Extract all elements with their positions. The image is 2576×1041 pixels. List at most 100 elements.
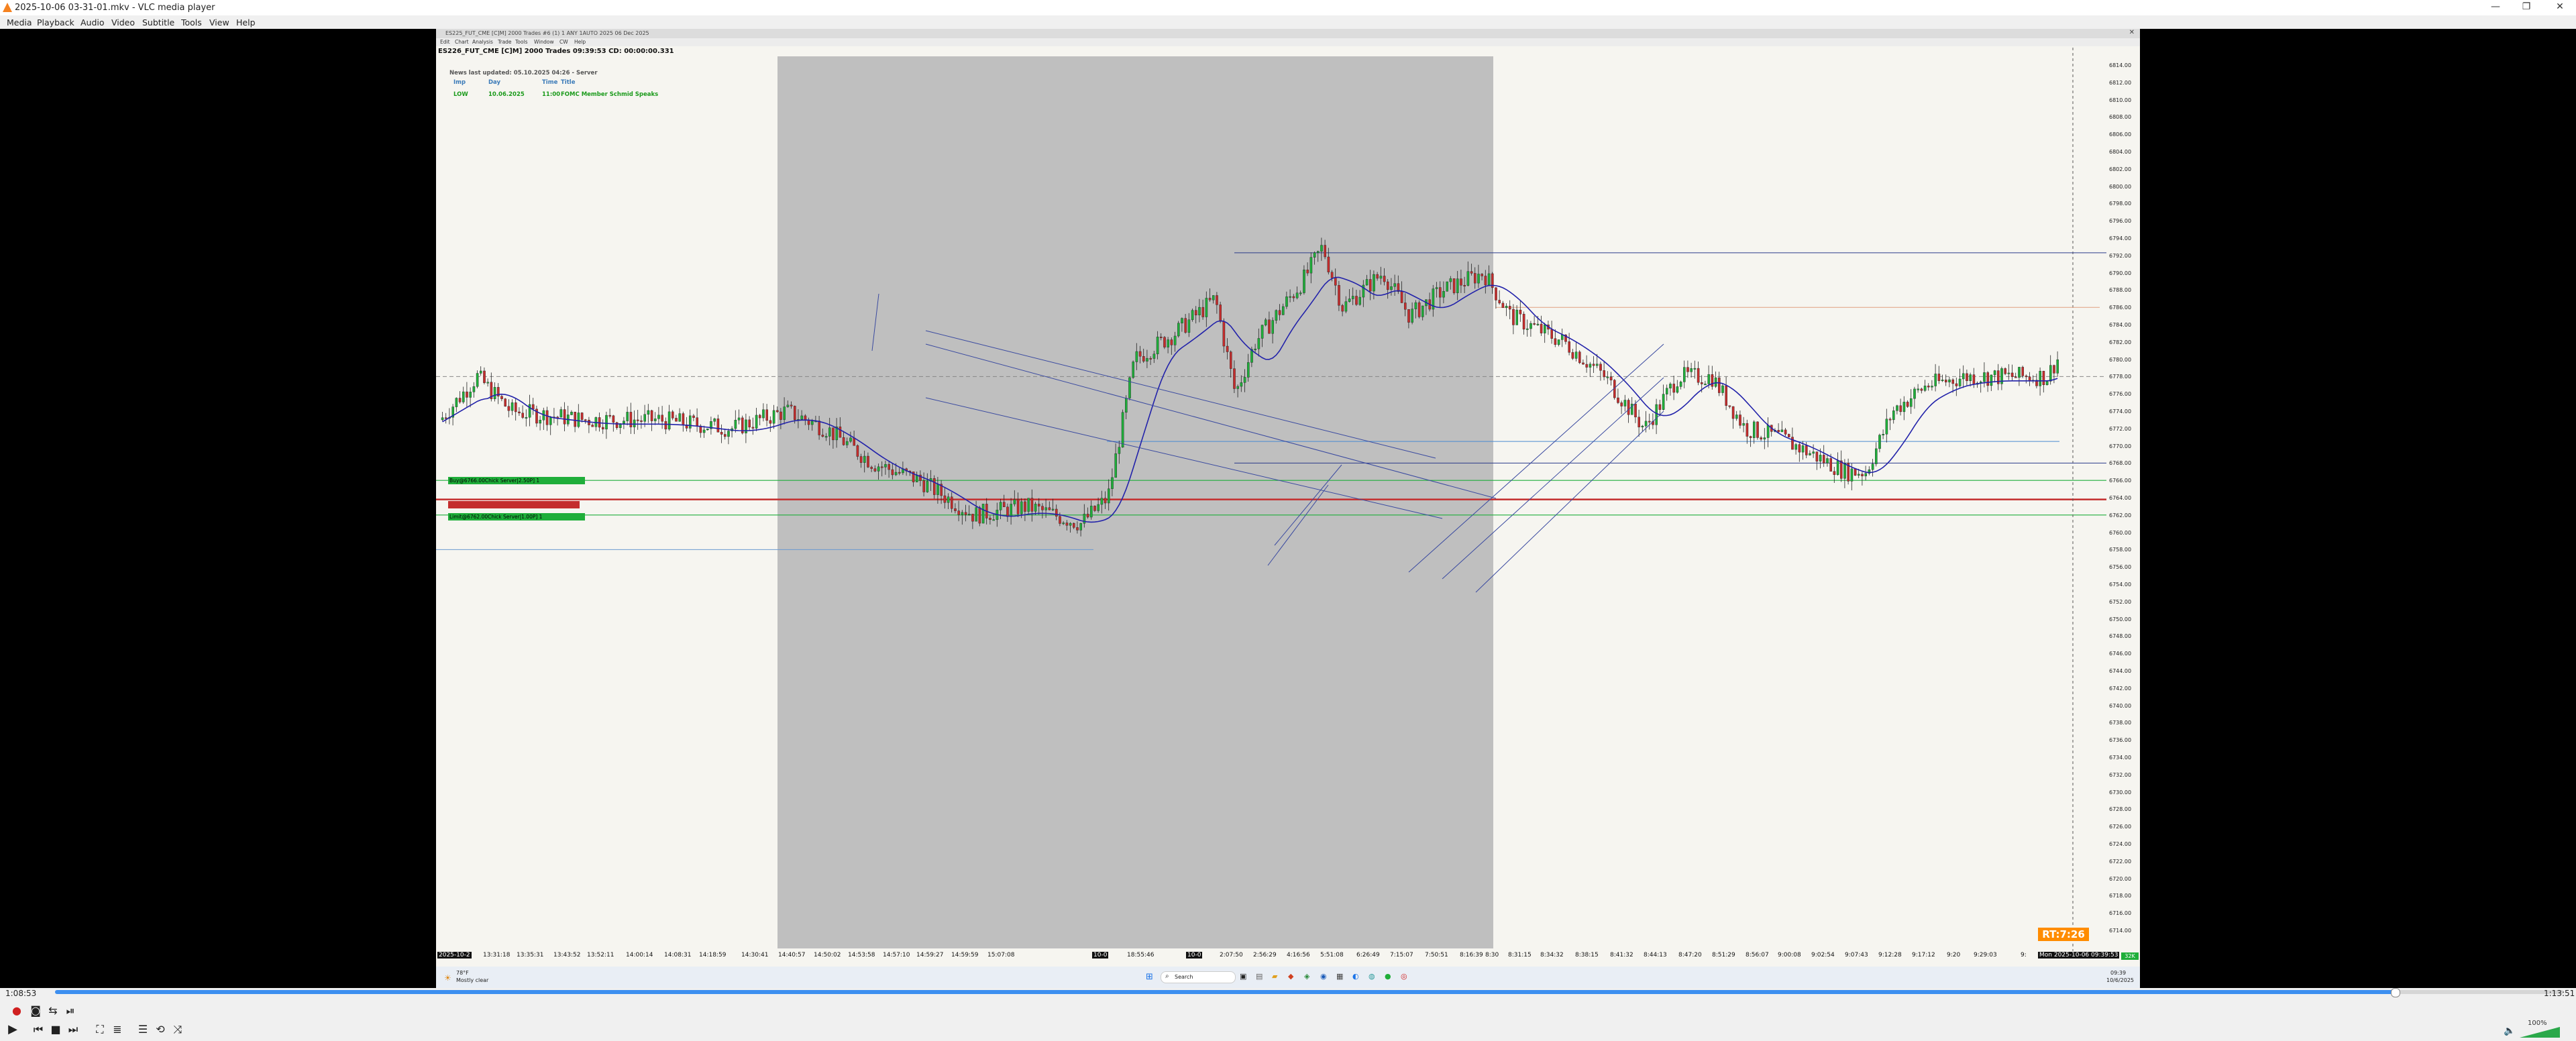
taskbar-app-icon[interactable]: ◈ — [1304, 972, 1309, 981]
chart-window-close-icon[interactable]: ✕ — [2129, 29, 2135, 36]
taskbar-app-icon[interactable]: ▤ — [1256, 972, 1263, 981]
price-axis-label: 6782.00 — [2109, 339, 2132, 345]
candle-body — [807, 420, 810, 425]
taskbar-app-icon[interactable]: ◐ — [1352, 972, 1359, 981]
candle-body — [964, 512, 967, 515]
next-button[interactable]: ⏭ — [64, 1022, 82, 1037]
record-icon[interactable]: ● — [8, 1003, 25, 1018]
candle-body — [577, 413, 580, 427]
menu-subtitle[interactable]: Subtitle — [142, 17, 174, 28]
time-axis-label: 18:55:46 — [1127, 952, 1155, 958]
candle-body — [1839, 460, 1843, 479]
fullscreen-icon[interactable]: ⛶ — [91, 1022, 109, 1037]
time-axis-label: 9:17:12 — [1912, 952, 1935, 958]
price-axis-label: 6798.00 — [2109, 201, 2132, 207]
frame-step-icon[interactable]: ⏯ — [62, 1003, 79, 1018]
taskbar-app-icon[interactable]: ◎ — [1401, 972, 1407, 981]
candle-body — [1403, 303, 1407, 310]
menu-audio[interactable]: Audio — [80, 17, 105, 28]
candle-body — [1568, 341, 1570, 353]
time-axis-label: 14:30:41 — [741, 952, 769, 958]
menu-tools[interactable]: Tools — [181, 17, 202, 28]
price-axis-label: 6790.00 — [2109, 270, 2132, 276]
candle-body — [1512, 309, 1515, 325]
extended-settings-icon[interactable]: ≣ — [109, 1022, 126, 1037]
taskbar-app-icon[interactable]: ● — [1385, 972, 1391, 981]
loop-ab-icon[interactable]: ⇆ — [44, 1003, 62, 1018]
candle-body — [894, 472, 898, 476]
candle-body — [1407, 309, 1410, 323]
minimize-button[interactable]: — — [2482, 1, 2509, 15]
candle-body — [1634, 404, 1637, 418]
folder-icon[interactable]: ▰ — [1272, 972, 1277, 981]
video-frame[interactable]: ES225_FUT_CME [C]M] 2000 Trades #6 (1) 1… — [436, 29, 2140, 988]
taskbar-app-icon[interactable]: ▣ — [1240, 972, 1246, 981]
chart-menu-item[interactable]: CW — [559, 39, 568, 45]
stop-button[interactable]: ■ — [47, 1022, 64, 1037]
candle-body — [664, 421, 667, 430]
sell-order-tag[interactable] — [448, 501, 580, 508]
limit-order-tag[interactable]: Limit@6762.00Chick Server|1.00P] 1 — [448, 513, 585, 520]
chart-menu-item[interactable]: Analysis — [472, 39, 493, 45]
chart-menu-item[interactable]: Edit — [440, 39, 450, 45]
menu-playback[interactable]: Playback — [37, 17, 74, 28]
chart-menu-item[interactable]: Window — [534, 39, 554, 45]
price-axis-label: 6718.00 — [2109, 893, 2132, 899]
previous-button[interactable]: ⏮ — [30, 1022, 47, 1037]
taskbar-app-icon[interactable]: ◍ — [1368, 972, 1375, 981]
candle-body — [898, 472, 901, 474]
chart-menu-item[interactable]: Chart — [455, 39, 469, 45]
taskbar-app-icon[interactable]: ◆ — [1288, 972, 1293, 981]
candle-body — [1721, 385, 1724, 393]
menu-view[interactable]: View — [209, 17, 229, 28]
time-axis-label: 2025-10-2 — [437, 952, 472, 958]
candle-body — [926, 481, 929, 492]
seek-handle[interactable] — [2391, 988, 2401, 997]
chart-menu-item[interactable]: Tools — [515, 39, 527, 45]
maximize-button[interactable]: ❐ — [2513, 1, 2540, 15]
menu-video[interactable]: Video — [111, 17, 135, 28]
weather-temp: 78°F — [456, 970, 469, 976]
price-chart[interactable] — [436, 48, 2106, 951]
time-axis-label: 8:34:32 — [1540, 952, 1564, 958]
candle-body — [2025, 376, 2028, 378]
playlist-icon[interactable]: ☰ — [134, 1022, 152, 1037]
taskbar-search-box[interactable]: ⌕ Search — [1161, 971, 1236, 983]
time-axis-label: 10-0 — [1092, 952, 1109, 958]
snapshot-icon[interactable]: ◙ — [27, 1003, 44, 1018]
weather-desc: Mostly clear — [456, 977, 489, 983]
candle-body — [1812, 451, 1815, 454]
taskbar-app-icon[interactable]: ▦ — [1336, 972, 1343, 981]
candle-body — [1024, 501, 1026, 512]
candle-body — [992, 519, 995, 521]
candle-body — [1219, 305, 1222, 322]
play-button[interactable]: ▶ — [4, 1022, 21, 1037]
candle-body — [1609, 376, 1613, 380]
volume-slider[interactable] — [2520, 1027, 2560, 1038]
price-axis-label: 6720.00 — [2109, 875, 2132, 882]
candle-body — [1038, 504, 1040, 506]
candle-body — [1606, 376, 1609, 378]
menu-media[interactable]: Media — [7, 17, 32, 28]
candle-body — [1627, 400, 1630, 415]
speaker-icon[interactable]: 🔈 — [2501, 1024, 2518, 1038]
candle-body — [2014, 376, 2017, 378]
candle-body — [1529, 323, 1532, 329]
close-button[interactable]: ✕ — [2546, 1, 2573, 15]
buy-order-tag[interactable]: Buy@6766.00Chick Server|2.50P] 1 — [448, 477, 585, 484]
remote-taskbar: ☀ 78°F Mostly clear ⊞ ⌕ Search ▣ ▤ ▰ ◆ ◈… — [436, 967, 2140, 988]
time-axis-label: 13:52:11 — [587, 952, 614, 958]
candle-body — [1118, 447, 1121, 454]
chart-menu-item[interactable]: Trade — [498, 39, 512, 45]
windows-start-icon[interactable]: ⊞ — [1146, 972, 1153, 982]
candle-body — [1686, 367, 1689, 372]
taskbar-app-icon[interactable]: ◉ — [1320, 972, 1327, 981]
candle-body — [978, 507, 981, 524]
chart-menu-item[interactable]: Help — [574, 39, 586, 45]
candle-body — [1348, 298, 1351, 302]
loop-icon[interactable]: ⟲ — [152, 1022, 169, 1037]
shuffle-icon[interactable]: ⤨ — [169, 1022, 186, 1037]
candle-body — [1020, 501, 1023, 514]
menu-help[interactable]: Help — [236, 17, 256, 28]
candle-body — [1030, 498, 1034, 512]
